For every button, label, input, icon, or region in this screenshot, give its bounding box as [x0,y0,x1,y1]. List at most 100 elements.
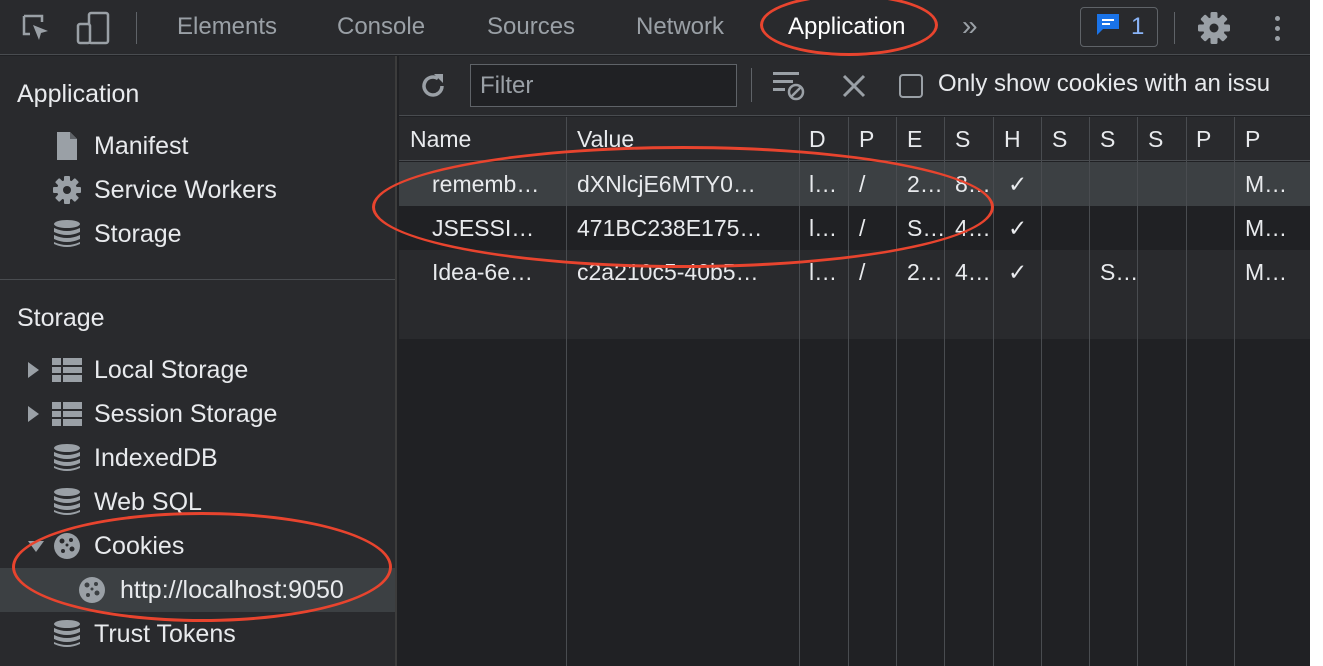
cell-samesite [1100,162,1140,206]
sidebar-item-label: Local Storage [94,355,249,384]
cell-size: 4… [955,259,991,285]
expand-arrow-icon[interactable] [28,406,39,422]
cell-priority: M… [1245,259,1288,285]
column-header-size[interactable]: S [955,117,990,161]
column-divider[interactable] [944,117,945,666]
tab-console[interactable]: Console [337,0,425,54]
sidebar-item-label: IndexedDB [94,443,218,472]
sidebar-item-label: Session Storage [94,399,278,428]
column-divider[interactable] [896,117,897,666]
issues-message-icon [1095,12,1121,43]
expand-arrow-icon[interactable] [28,362,39,378]
column-divider[interactable] [1186,117,1187,666]
table-header-row: Name Value D P E S H S S S P P [399,117,1310,161]
sidebar-item-indexeddb[interactable]: IndexedDB [0,436,395,480]
application-sidebar: Application Manifest Service Workers Sto… [0,56,397,666]
tab-elements[interactable]: Elements [177,0,277,54]
cell-domain: l… [809,259,838,285]
table-grid-icon [52,399,82,429]
settings-gear-icon[interactable] [1196,10,1232,46]
sidebar-item-cookies-localhost[interactable]: http://localhost:9050 [0,568,395,612]
issues-counter-button[interactable]: 1 [1080,7,1158,47]
column-divider[interactable] [1234,117,1235,666]
cell-secure [1052,250,1092,294]
column-divider[interactable] [993,117,994,666]
column-header-httponly[interactable]: H [1004,117,1039,161]
cell-expires: 2… [907,171,943,197]
tab-network[interactable]: Network [636,0,724,54]
column-divider[interactable] [848,117,849,666]
sidebar-item-label: Manifest [94,131,189,160]
clear-filtered-icon[interactable] [771,67,807,103]
column-header-partition-key[interactable]: P [1196,117,1231,161]
tab-application[interactable]: Application [788,0,905,54]
column-header-priority[interactable]: P [1245,117,1295,161]
column-header-path[interactable]: P [859,117,889,161]
table-row[interactable]: JSESSI… 471BC238E175… l… / S… 4… ✓ M… [399,206,1310,250]
table-row[interactable]: Idea-6e… c2a210c5-40b5… l… / 2… 4… ✓ S… … [399,250,1310,294]
cell-size: 8… [955,171,991,197]
column-divider[interactable] [1089,117,1090,666]
column-header-samesite[interactable]: S [1100,117,1135,161]
cell-partition-key [1196,206,1236,250]
column-divider[interactable] [1137,117,1138,666]
sidebar-item-label: Storage [94,219,182,248]
database-icon [52,219,82,249]
sidebar-item-cookies[interactable]: Cookies [0,524,395,568]
sidebar-item-local-storage[interactable]: Local Storage [0,348,395,392]
more-tabs-icon[interactable]: » [962,0,978,54]
column-header-expires[interactable]: E [907,117,942,161]
cell-value: c2a210c5-40b5… [577,259,759,285]
column-divider[interactable] [799,117,800,666]
tab-sources[interactable]: Sources [487,0,575,54]
sidebar-item-trust-tokens[interactable]: Trust Tokens [0,612,395,656]
inspect-element-icon[interactable] [18,10,54,46]
sidebar-header-application: Application [17,80,140,108]
column-header-domain[interactable]: D [809,117,844,161]
sidebar-item-service-workers[interactable]: Service Workers [0,168,395,212]
more-options-icon[interactable] [1264,10,1290,46]
cell-size: 4… [955,215,991,241]
sidebar-item-label: Service Workers [94,175,277,204]
close-icon[interactable] [836,68,872,104]
cell-httponly: ✓ [1008,259,1028,285]
cell-path: / [859,171,866,197]
cookies-panel: Only show cookies with an issu Name Valu… [399,56,1310,666]
table-grid-icon [52,355,82,385]
cell-path: / [859,259,866,285]
issues-count: 1 [1131,13,1145,40]
refresh-icon[interactable] [415,68,451,104]
column-header-value[interactable]: Value [577,117,797,161]
cell-secure [1052,206,1092,250]
sidebar-item-label: http://localhost:9050 [120,575,344,604]
cell-value: 471BC238E175… [577,215,763,241]
cell-domain: l… [809,215,838,241]
sidebar-item-session-storage[interactable]: Session Storage [0,392,395,436]
database-icon [52,443,82,473]
column-header-sameparty[interactable]: S [1148,117,1183,161]
cell-secure [1052,162,1092,206]
sidebar-item-storage[interactable]: Storage [0,212,395,256]
sidebar-item-web-sql[interactable]: Web SQL [0,480,395,524]
device-toolbar-icon[interactable] [75,10,111,46]
cell-expires: S… [907,215,946,241]
cell-domain: l… [809,171,838,197]
sidebar-item-manifest[interactable]: Manifest [0,124,395,168]
cell-partition-key [1196,250,1236,294]
devtools-tab-bar: Elements Console Sources Network Applica… [0,0,1310,55]
column-divider[interactable] [566,117,567,666]
sidebar-item-label: Cookies [94,531,185,560]
cell-name: JSESSI… [432,215,535,241]
sidebar-item-label: Trust Tokens [94,619,236,648]
table-row[interactable]: rememb… dXNlcjE6MTY0… l… / 2… 8… ✓ M… [399,162,1310,206]
database-icon [52,487,82,517]
sidebar-item-label: Web SQL [94,487,202,516]
column-header-name[interactable]: Name [410,117,560,161]
gear-icon [52,175,82,205]
issues-only-checkbox[interactable] [899,74,923,98]
collapse-arrow-icon[interactable] [28,541,44,552]
filter-input[interactable] [470,64,737,107]
column-header-secure[interactable]: S [1052,117,1087,161]
cell-path: / [859,215,866,241]
column-divider[interactable] [1041,117,1042,666]
